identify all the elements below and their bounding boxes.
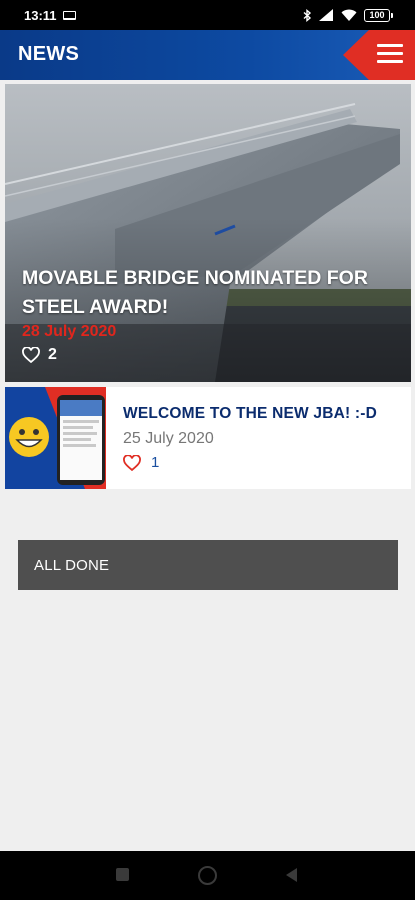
all-done-banner: ALL DONE xyxy=(18,540,398,590)
battery-icon: 100 xyxy=(364,8,393,22)
news-item-date: 25 July 2020 xyxy=(123,430,214,447)
featured-date: 28 July 2020 xyxy=(22,323,117,340)
hamburger-icon[interactable] xyxy=(377,44,403,64)
news-item-title: WELCOME TO THE NEW JBA! :-D xyxy=(123,405,377,422)
home-icon[interactable] xyxy=(198,866,217,885)
signal-icon xyxy=(319,9,333,21)
status-bar: 13:11 100 xyxy=(0,0,415,30)
status-time: 13:11 xyxy=(24,7,57,23)
heart-outline-icon xyxy=(123,454,141,471)
laptop-icon xyxy=(62,10,76,20)
featured-like-count: 2 xyxy=(48,346,57,363)
bluetooth-icon xyxy=(303,8,312,22)
wifi-icon xyxy=(341,9,357,21)
featured-title: MOVABLE BRIDGE NOMINATED FOR STEEL AWARD… xyxy=(22,267,368,318)
battery-level: 100 xyxy=(364,8,390,22)
featured-likes[interactable]: 2 xyxy=(22,346,57,364)
news-thumbnail xyxy=(5,387,106,489)
recent-apps-icon[interactable] xyxy=(116,868,129,881)
heart-outline-icon xyxy=(22,347,40,363)
news-item-like-count: 1 xyxy=(151,454,160,471)
news-item-likes[interactable]: 1 xyxy=(123,454,377,471)
app-header: NEWS xyxy=(0,30,415,80)
news-list-item[interactable]: WELCOME TO THE NEW JBA! :-D 25 July 2020… xyxy=(5,387,411,489)
page-title: NEWS xyxy=(18,43,80,65)
system-nav-bar xyxy=(0,851,415,900)
back-icon[interactable] xyxy=(286,868,297,882)
featured-news-card[interactable]: MOVABLE BRIDGE NOMINATED FOR STEEL AWARD… xyxy=(5,84,411,382)
